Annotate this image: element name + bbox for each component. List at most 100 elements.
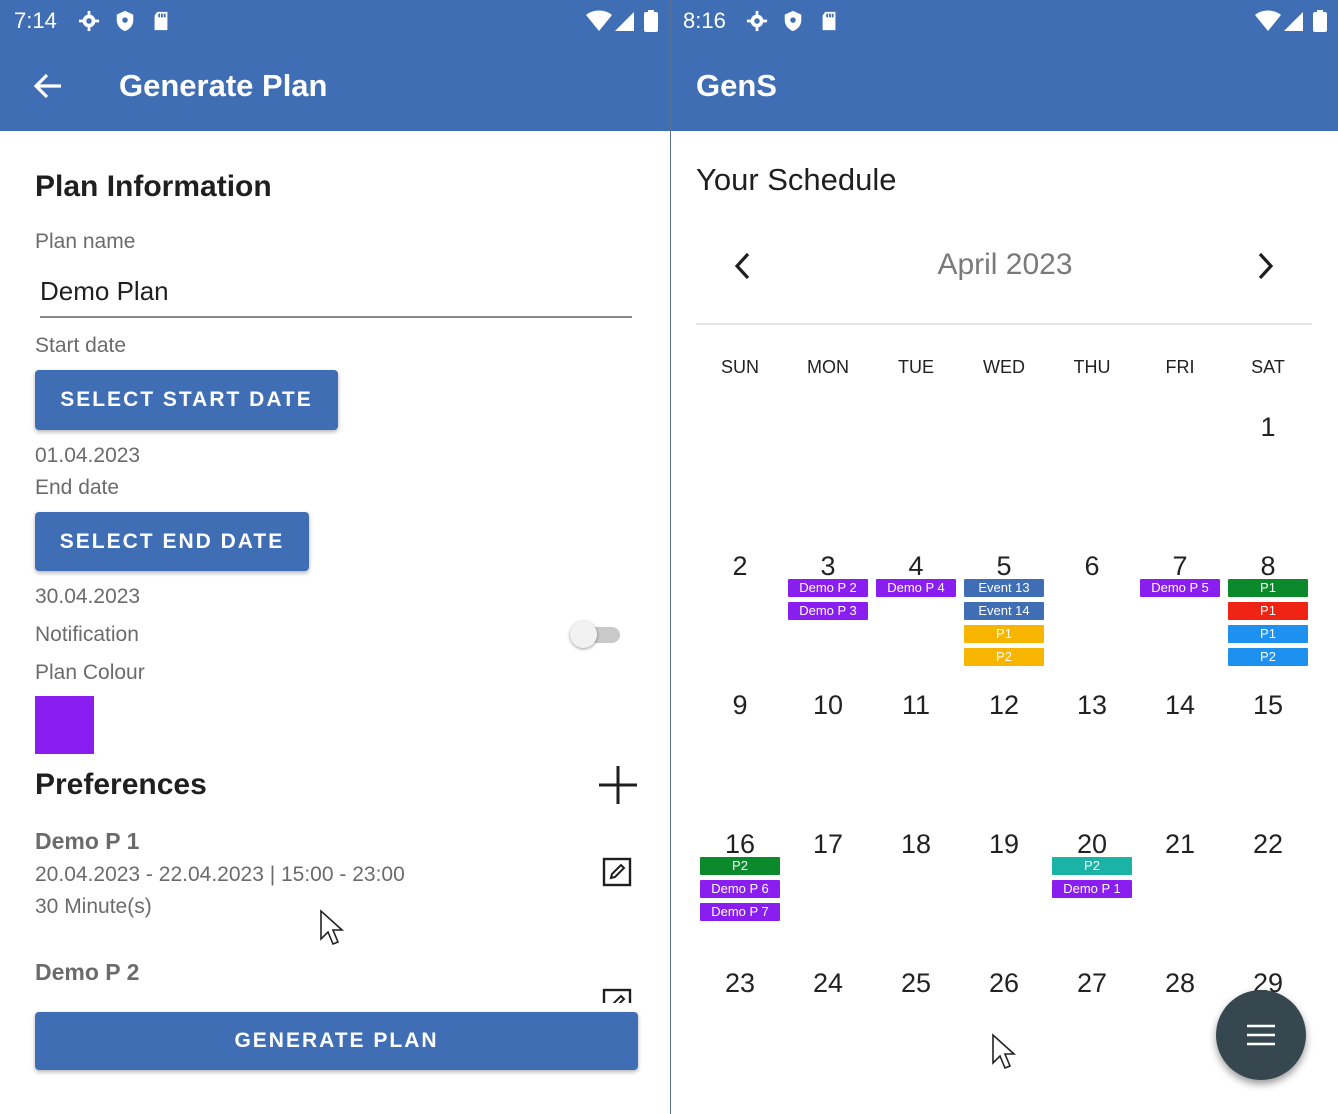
calendar-day-25[interactable]: 25 bbox=[876, 968, 956, 999]
calendar-day-7[interactable]: 7 bbox=[1140, 551, 1220, 582]
select-end-date-button[interactable]: SELECT END DATE bbox=[35, 512, 309, 571]
calendar-day-11[interactable]: 11 bbox=[876, 690, 956, 721]
calendar-day-2[interactable]: 2 bbox=[700, 551, 780, 582]
calendar-day-16[interactable]: 16 bbox=[700, 829, 780, 860]
page-title: Generate Plan bbox=[119, 68, 328, 103]
preference-duration: 30 Minute(s) bbox=[35, 895, 152, 918]
status-time: 7:14 bbox=[14, 8, 57, 33]
calendar-event-chip[interactable]: Demo P 4 bbox=[876, 579, 956, 597]
calendar-day-3[interactable]: 3 bbox=[788, 551, 868, 582]
calendar-day-12[interactable]: 12 bbox=[964, 690, 1044, 721]
calendar-day-17[interactable]: 17 bbox=[788, 829, 868, 860]
status-time: 8:16 bbox=[683, 8, 726, 33]
calendar-day-6[interactable]: 6 bbox=[1052, 551, 1132, 582]
calendar-day-10[interactable]: 10 bbox=[788, 690, 868, 721]
calendar-day-20[interactable]: 20 bbox=[1052, 829, 1132, 860]
status-bar: 8:16 bbox=[671, 0, 1338, 42]
calendar-event-chip[interactable]: Event 14 bbox=[964, 602, 1044, 620]
wifi-icon bbox=[586, 10, 612, 31]
calendar-event-chip[interactable]: Demo P 2 bbox=[788, 579, 868, 597]
edit-preference-icon[interactable] bbox=[602, 988, 632, 1003]
weekday-sat: SAT bbox=[1251, 357, 1285, 377]
calendar-event-chip[interactable]: Demo P 3 bbox=[788, 602, 868, 620]
settings-icon bbox=[746, 10, 768, 32]
menu-fab-button[interactable] bbox=[1216, 990, 1306, 1080]
calendar-event-chip[interactable]: P1 bbox=[1228, 602, 1308, 620]
calendar-day-18[interactable]: 18 bbox=[876, 829, 956, 860]
app-bar: 8:16 GenS bbox=[671, 0, 1338, 131]
calendar-event-chip[interactable]: Demo P 6 bbox=[700, 880, 780, 898]
calendar-day-27[interactable]: 27 bbox=[1052, 968, 1132, 999]
add-preference-icon[interactable] bbox=[597, 764, 639, 806]
sd-card-icon bbox=[154, 11, 168, 31]
plan-name-label: Plan name bbox=[35, 230, 136, 253]
generate-plan-button[interactable]: GENERATE PLAN bbox=[35, 1012, 638, 1070]
wifi-icon bbox=[1255, 10, 1281, 31]
previous-month-icon[interactable] bbox=[733, 252, 751, 280]
calendar-header-divider bbox=[696, 323, 1312, 325]
signal-icon bbox=[1284, 12, 1303, 31]
calendar-day-22[interactable]: 22 bbox=[1228, 829, 1308, 860]
calendar-day-23[interactable]: 23 bbox=[700, 968, 780, 999]
mouse-cursor-icon bbox=[320, 909, 345, 946]
weekday-tue: TUE bbox=[898, 357, 934, 377]
calendar-day-4[interactable]: 4 bbox=[876, 551, 956, 582]
schedule-title: Your Schedule bbox=[696, 162, 897, 197]
weekday-sun: SUN bbox=[720, 357, 759, 377]
plan-name-value: Demo Plan bbox=[40, 276, 169, 306]
weekday-thu: THU bbox=[1073, 357, 1111, 377]
preference-name: Demo P 1 bbox=[35, 828, 140, 854]
weekday-mon: MON bbox=[807, 357, 849, 377]
section-title-preferences: Preferences bbox=[35, 768, 207, 801]
plan-colour-swatch[interactable] bbox=[35, 696, 94, 754]
back-arrow-icon[interactable] bbox=[33, 72, 63, 100]
signal-icon bbox=[615, 12, 634, 31]
status-bar: 7:14 bbox=[0, 0, 670, 42]
next-month-icon[interactable] bbox=[1257, 252, 1275, 280]
calendar-event-chip[interactable]: Demo P 7 bbox=[700, 903, 780, 921]
select-start-date-button[interactable]: SELECT START DATE bbox=[35, 370, 338, 430]
battery-icon bbox=[644, 10, 658, 32]
calendar-event-chip[interactable]: Demo P 1 bbox=[1052, 880, 1132, 898]
calendar-day-14[interactable]: 14 bbox=[1140, 690, 1220, 721]
calendar-event-chip[interactable]: Event 13 bbox=[964, 579, 1044, 597]
plan-name-field[interactable]: Demo Plan bbox=[40, 276, 632, 318]
battery-icon bbox=[1313, 10, 1327, 32]
calendar-day-1[interactable]: 1 bbox=[1228, 412, 1308, 443]
calendar-event-chip[interactable]: P1 bbox=[964, 625, 1044, 643]
end-date-value: 30.04.2023 bbox=[35, 585, 141, 608]
calendar-day-26[interactable]: 26 bbox=[964, 968, 1044, 999]
generate-plan-screen: 7:14 Generate Plan Plan Information Plan… bbox=[0, 0, 670, 1114]
calendar-day-21[interactable]: 21 bbox=[1140, 829, 1220, 860]
mouse-cursor-icon bbox=[992, 1033, 1017, 1070]
start-date-label: Start date bbox=[35, 334, 127, 357]
weekday-wed: WED bbox=[983, 357, 1025, 377]
notification-label: Notification bbox=[35, 623, 139, 646]
start-date-value: 01.04.2023 bbox=[35, 444, 141, 467]
shield-icon bbox=[116, 10, 134, 32]
menu-icon bbox=[1247, 1024, 1275, 1046]
calendar-day-15[interactable]: 15 bbox=[1228, 690, 1308, 721]
notification-toggle[interactable] bbox=[570, 620, 620, 648]
calendar-day-24[interactable]: 24 bbox=[788, 968, 868, 999]
calendar-event-chip[interactable]: P1 bbox=[1228, 579, 1308, 597]
calendar-event-chip[interactable]: P1 bbox=[1228, 625, 1308, 643]
calendar-event-chip[interactable]: P2 bbox=[700, 857, 780, 875]
calendar-day-13[interactable]: 13 bbox=[1052, 690, 1132, 721]
app-title: GenS bbox=[696, 68, 777, 103]
calendar-event-chip[interactable]: P2 bbox=[1228, 648, 1308, 666]
calendar-day-8[interactable]: 8 bbox=[1228, 551, 1308, 582]
calendar-event-chip[interactable]: P2 bbox=[1052, 857, 1132, 875]
calendar-day-5[interactable]: 5 bbox=[964, 551, 1044, 582]
app-bar: 7:14 Generate Plan bbox=[0, 0, 670, 131]
calendar-event-chip[interactable]: Demo P 5 bbox=[1140, 579, 1220, 597]
calendar-event-chip[interactable]: P2 bbox=[964, 648, 1044, 666]
edit-preference-icon[interactable] bbox=[602, 857, 632, 887]
preference-name: Demo P 2 bbox=[35, 959, 140, 985]
month-label: April 2023 bbox=[937, 248, 1073, 281]
weekday-fri: FRI bbox=[1165, 357, 1195, 377]
sd-card-icon bbox=[822, 11, 836, 31]
calendar-day-19[interactable]: 19 bbox=[964, 829, 1044, 860]
calendar-day-9[interactable]: 9 bbox=[700, 690, 780, 721]
calendar-day-28[interactable]: 28 bbox=[1140, 968, 1220, 999]
